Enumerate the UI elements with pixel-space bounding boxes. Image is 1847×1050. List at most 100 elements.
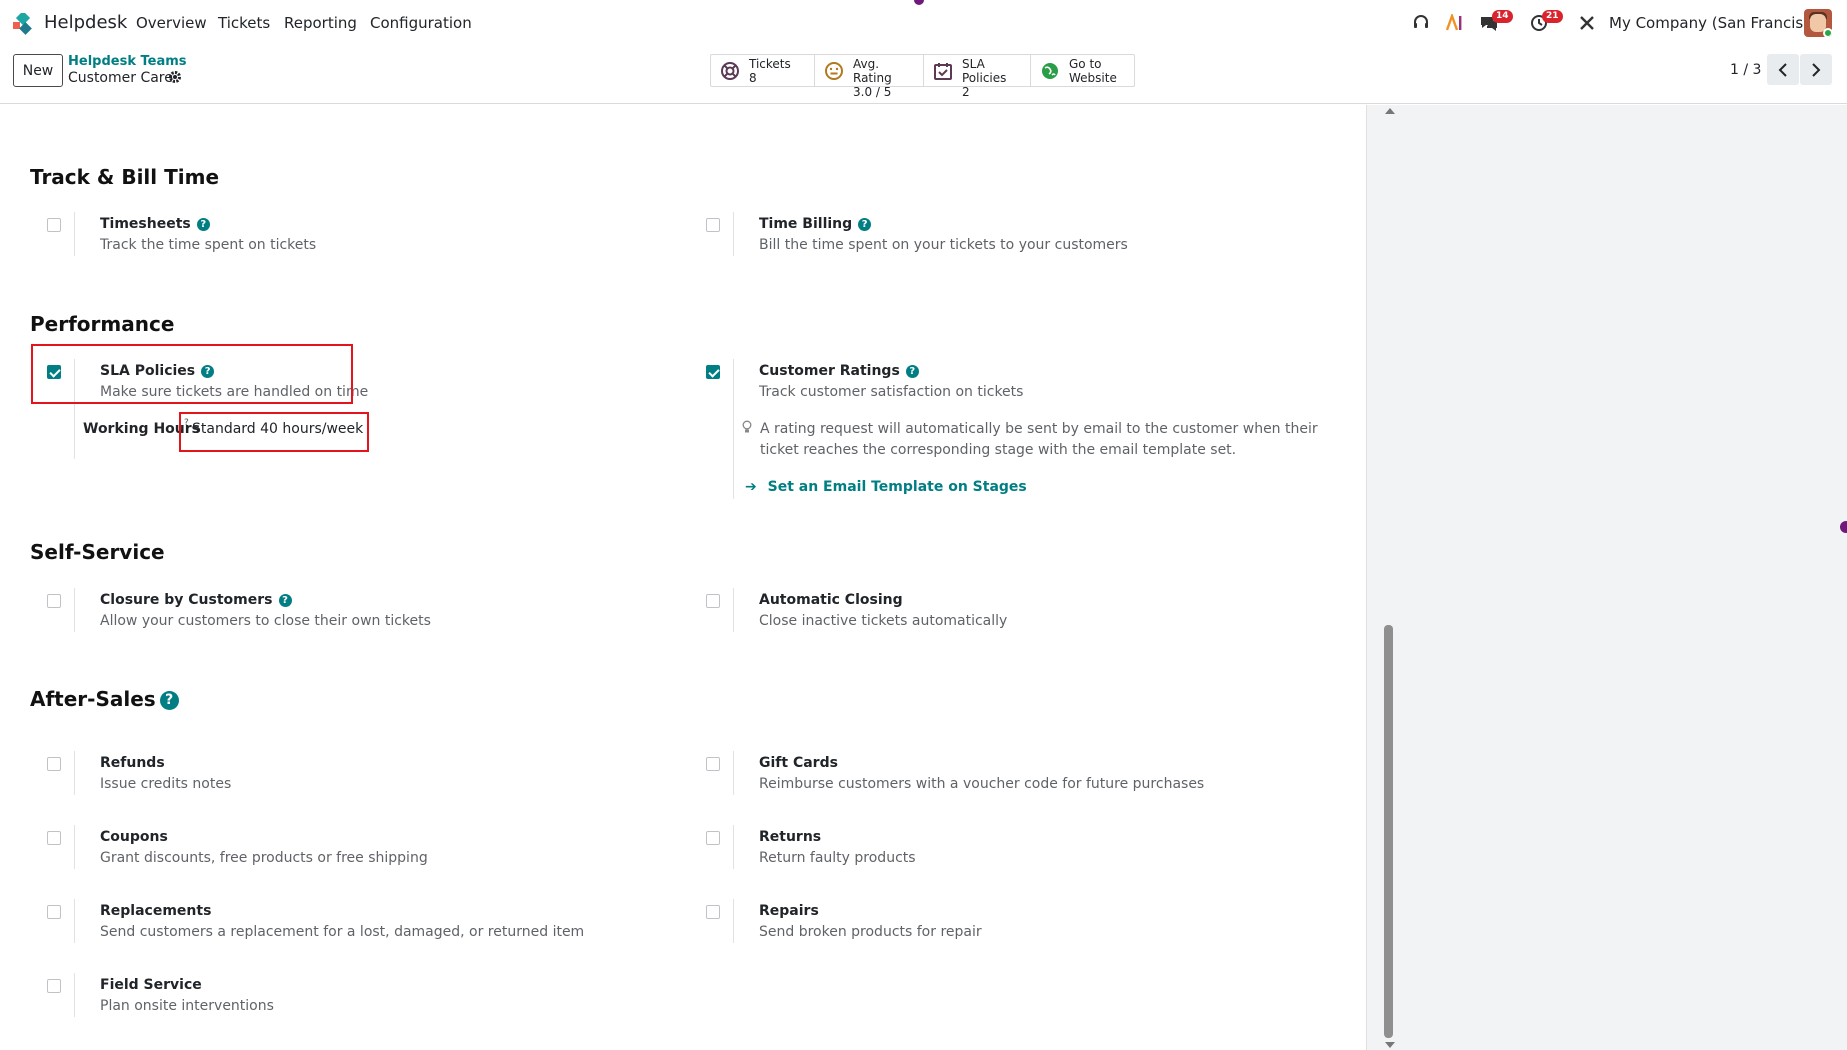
stat-sla-label: SLA Policies bbox=[962, 57, 1007, 85]
stat-website-label: Go to bbox=[1069, 57, 1102, 71]
discuss-badge: 14 bbox=[1492, 10, 1513, 23]
repairs-label: Repairs bbox=[759, 903, 819, 919]
pager-previous-button[interactable] bbox=[1767, 54, 1799, 85]
divider bbox=[733, 899, 734, 943]
stat-avg-rating-label: Avg. Rating bbox=[853, 57, 892, 85]
closure-checkbox[interactable] bbox=[47, 594, 61, 608]
highlight-box-working-hours bbox=[179, 412, 369, 452]
user-avatar[interactable] bbox=[1804, 9, 1832, 37]
closure-desc: Allow your customers to close their own … bbox=[100, 613, 431, 629]
returns-checkbox[interactable] bbox=[706, 831, 720, 845]
gift-cards-desc: Reimburse customers with a voucher code … bbox=[759, 776, 1205, 792]
discuss-icon[interactable]: 14 bbox=[1478, 10, 1513, 34]
help-icon[interactable]: ? bbox=[159, 691, 179, 710]
globe-icon bbox=[1039, 60, 1061, 82]
pager-next-button[interactable] bbox=[1800, 54, 1832, 85]
gift-cards-checkbox[interactable] bbox=[706, 757, 720, 771]
settings-form: Track & Bill Time Timesheets? Track the … bbox=[0, 105, 1366, 1050]
stat-avg-rating[interactable]: Avg. Rating 3.0 / 5 bbox=[815, 55, 924, 99]
calendar-check-icon bbox=[932, 60, 954, 82]
help-icon[interactable]: ? bbox=[196, 218, 210, 231]
coupons-label: Coupons bbox=[100, 829, 168, 845]
auto-close-desc: Close inactive tickets automatically bbox=[759, 613, 1008, 629]
divider bbox=[733, 825, 734, 869]
repairs-desc: Send broken products for repair bbox=[759, 924, 982, 940]
repairs-checkbox[interactable] bbox=[706, 905, 720, 919]
help-icon[interactable]: ? bbox=[858, 218, 872, 231]
divider bbox=[74, 973, 75, 1017]
breadcrumb-helpdesk-teams[interactable]: Helpdesk Teams bbox=[68, 54, 187, 69]
online-status-dot bbox=[1823, 28, 1832, 37]
new-button[interactable]: New bbox=[13, 54, 63, 87]
headset-icon[interactable] bbox=[1410, 12, 1432, 34]
stat-go-to-website[interactable]: Go to Website bbox=[1031, 55, 1134, 86]
ai-icon[interactable] bbox=[1444, 12, 1466, 34]
refunds-desc: Issue credits notes bbox=[100, 776, 232, 792]
divider bbox=[74, 899, 75, 943]
replacements-checkbox[interactable] bbox=[47, 905, 61, 919]
lifebuoy-icon bbox=[719, 60, 741, 82]
divider bbox=[74, 588, 75, 632]
stat-sla-value: 2 bbox=[962, 85, 970, 99]
arrow-right-icon: ➔ bbox=[745, 479, 757, 495]
ratings-info-text: A rating request will automatically be s… bbox=[760, 421, 1318, 458]
scroll-up-arrow[interactable] bbox=[1385, 108, 1395, 114]
company-switcher[interactable]: My Company (San Francisco) bbox=[1609, 14, 1826, 32]
menu-tickets[interactable]: Tickets bbox=[218, 14, 270, 32]
replacements-desc: Send customers a replacement for a lost,… bbox=[100, 924, 585, 940]
menu-configuration[interactable]: Configuration bbox=[370, 14, 472, 32]
stat-tickets[interactable]: Tickets 8 bbox=[711, 55, 815, 86]
coupons-checkbox[interactable] bbox=[47, 831, 61, 845]
menu-overview[interactable]: Overview bbox=[136, 14, 207, 32]
refunds-checkbox[interactable] bbox=[47, 757, 61, 771]
menu-reporting[interactable]: Reporting bbox=[284, 14, 357, 32]
after-sales-title: After-Sales bbox=[30, 687, 156, 711]
control-panel: New Helpdesk Teams Customer Care Tickets… bbox=[0, 46, 1847, 104]
tools-icon[interactable] bbox=[1576, 12, 1598, 34]
helpdesk-logo-icon[interactable] bbox=[12, 10, 34, 35]
returns-desc: Return faulty products bbox=[759, 850, 916, 866]
smiley-icon bbox=[823, 60, 845, 82]
stat-sla-policies[interactable]: SLA Policies 2 bbox=[924, 55, 1031, 99]
returns-label: Returns bbox=[759, 829, 822, 845]
refunds-label: Refunds bbox=[100, 755, 165, 771]
section-self-service: Self-Service bbox=[30, 540, 165, 564]
stat-avg-rating-value: 3.0 / 5 bbox=[853, 85, 892, 99]
divider bbox=[74, 751, 75, 795]
help-icon[interactable]: ? bbox=[905, 365, 919, 378]
ratings-label: Customer Ratings bbox=[759, 363, 900, 379]
divider bbox=[733, 588, 734, 632]
help-icon[interactable]: ? bbox=[278, 594, 292, 607]
top-navbar: Helpdesk Overview Tickets Reporting Conf… bbox=[0, 0, 1847, 46]
record-title: Customer Care bbox=[68, 70, 173, 86]
field-service-checkbox[interactable] bbox=[47, 979, 61, 993]
app-name[interactable]: Helpdesk bbox=[44, 12, 127, 33]
pager-value[interactable]: 1 / 3 bbox=[1730, 62, 1761, 78]
lightbulb-icon bbox=[742, 420, 752, 437]
activity-badge: 21 bbox=[1542, 10, 1563, 23]
auto-close-checkbox[interactable] bbox=[706, 594, 720, 608]
ratings-checkbox[interactable] bbox=[706, 365, 720, 379]
time-billing-label: Time Billing bbox=[759, 216, 853, 232]
coupons-desc: Grant discounts, free products or free s… bbox=[100, 850, 428, 866]
timesheets-checkbox[interactable] bbox=[47, 218, 61, 232]
field-service-label: Field Service bbox=[100, 977, 202, 993]
activity-clock-icon[interactable]: 21 bbox=[1528, 10, 1563, 34]
email-template-link[interactable]: ➔ Set an Email Template on Stages bbox=[745, 479, 1027, 495]
stat-tickets-value: 8 bbox=[749, 71, 757, 85]
scrollbar-thumb[interactable] bbox=[1384, 625, 1393, 1038]
divider bbox=[733, 212, 734, 256]
email-template-link-label: Set an Email Template on Stages bbox=[767, 479, 1027, 495]
auto-close-label: Automatic Closing bbox=[759, 592, 903, 608]
divider bbox=[74, 212, 75, 256]
indicator-dot bbox=[914, 0, 924, 5]
scroll-down-arrow[interactable] bbox=[1385, 1042, 1395, 1048]
replacements-label: Replacements bbox=[100, 903, 212, 919]
gear-icon[interactable] bbox=[168, 70, 182, 88]
divider bbox=[733, 751, 734, 795]
timesheets-desc: Track the time spent on tickets bbox=[100, 237, 317, 253]
divider bbox=[74, 825, 75, 869]
section-performance: Performance bbox=[30, 312, 175, 336]
time-billing-checkbox[interactable] bbox=[706, 218, 720, 232]
timesheets-label: Timesheets bbox=[100, 216, 191, 232]
